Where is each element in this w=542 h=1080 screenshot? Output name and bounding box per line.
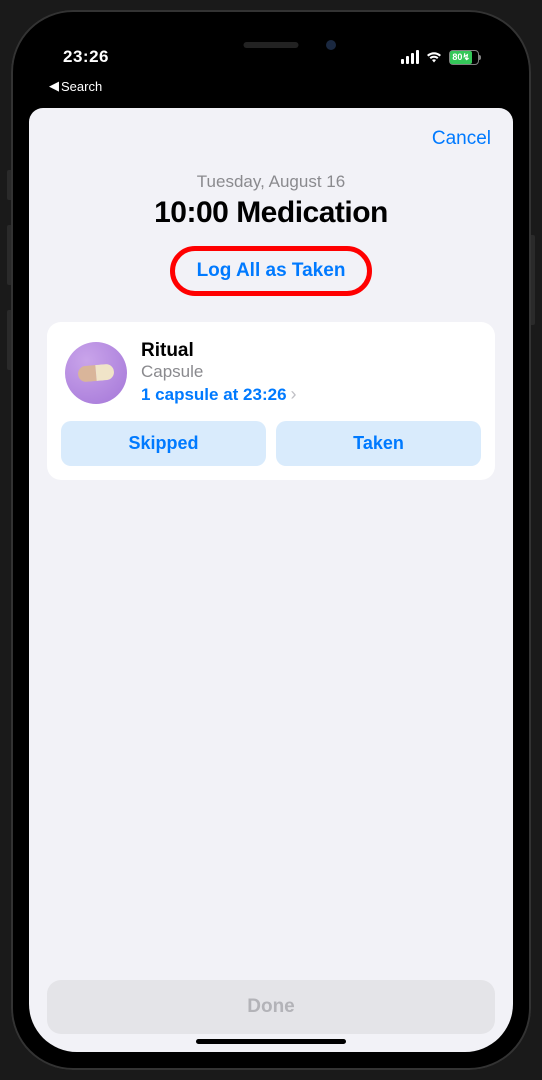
screen: 23:26 80↯ ◀ Search (29, 28, 513, 1052)
medication-form: Capsule (141, 362, 477, 382)
log-all-as-taken-button[interactable]: Log All as Taken (187, 254, 356, 288)
status-time: 23:26 (63, 47, 109, 67)
date-label: Tuesday, August 16 (29, 172, 513, 192)
medication-card: Ritual Capsule 1 capsule at 23:26 › Skip… (47, 322, 495, 480)
chevron-left-icon: ◀ (49, 78, 59, 94)
back-to-search-link[interactable]: ◀ Search (49, 78, 102, 94)
taken-button[interactable]: Taken (276, 421, 481, 466)
medication-name: Ritual (141, 340, 477, 362)
notch (166, 28, 376, 62)
signal-icon (401, 50, 419, 64)
chevron-right-icon: › (291, 384, 297, 405)
skipped-button[interactable]: Skipped (61, 421, 266, 466)
back-label: Search (61, 79, 102, 94)
medication-sheet: Cancel Tuesday, August 16 10:00 Medicati… (29, 108, 513, 1052)
cancel-button[interactable]: Cancel (432, 128, 491, 150)
home-indicator[interactable] (196, 1039, 346, 1044)
done-button[interactable]: Done (47, 980, 495, 1034)
battery-icon: 80↯ (449, 50, 479, 65)
pill-icon (65, 342, 127, 404)
medication-row[interactable]: Ritual Capsule 1 capsule at 23:26 › (61, 340, 481, 421)
medication-dose-link[interactable]: 1 capsule at 23:26 › (141, 384, 477, 405)
schedule-title: 10:00 Medication (29, 196, 513, 230)
highlight-annotation: Log All as Taken (170, 246, 373, 296)
phone-frame: 23:26 80↯ ◀ Search (11, 10, 531, 1070)
wifi-icon (425, 50, 443, 64)
